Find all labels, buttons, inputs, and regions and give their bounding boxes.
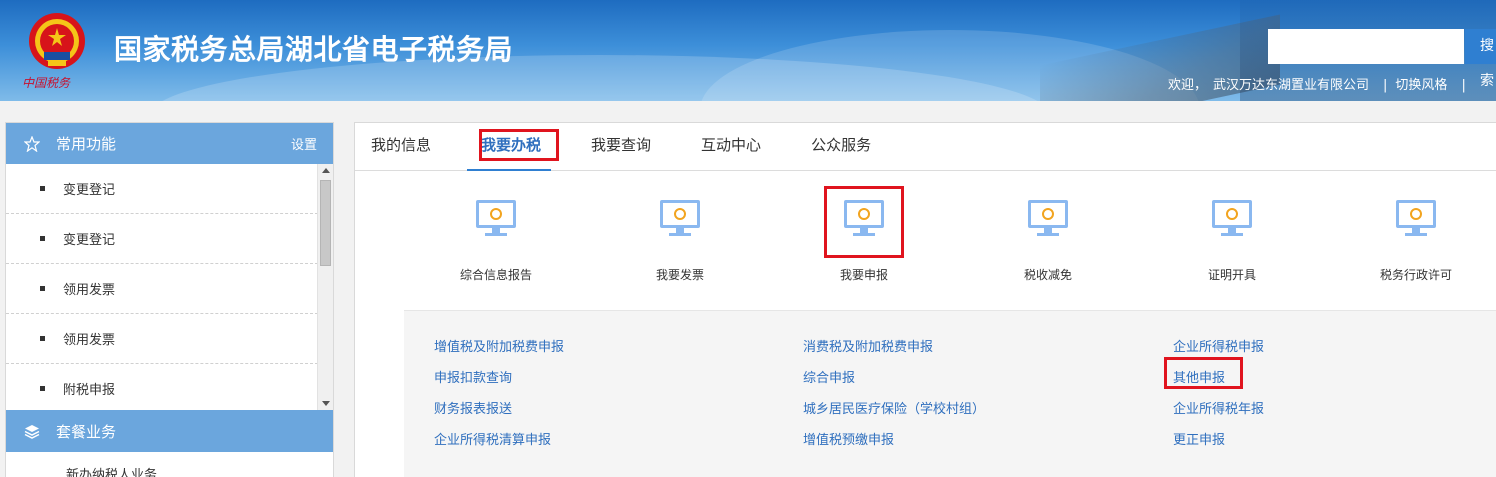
tab-public-service[interactable]: 公众服务 (811, 134, 871, 170)
welcome-text: 欢迎， (1168, 78, 1208, 93)
site-title: 国家税务总局湖北省电子税务局 (114, 33, 514, 66)
search-button[interactable]: 搜索 (1465, 29, 1496, 89)
emblem-caption: 中国税务 (22, 76, 71, 90)
sidebar-item-label: 领用发票 (63, 283, 116, 298)
sidebar-item[interactable]: 变更登记 (6, 164, 318, 214)
bullet-icon (40, 236, 45, 241)
scroll-up-icon[interactable] (322, 168, 330, 173)
submenu-link[interactable]: 城乡居民医疗保险（学校村组） (803, 398, 985, 417)
highlight-box (824, 186, 904, 258)
company-name: 武汉万达东湖置业有限公司 (1213, 78, 1370, 93)
common-functions-header: 常用功能 设置 (6, 123, 333, 164)
function-certificate[interactable]: 证明开具 (1172, 199, 1292, 283)
function-label: 我要发票 (655, 268, 704, 282)
tab-query[interactable]: 我要查询 (591, 134, 651, 170)
declaration-submenu: 增值税及附加税费申报 申报扣款查询 财务报表报送 企业所得税清算申报 消费税及附… (404, 310, 1496, 477)
site-header: 中国税务 国家税务总局湖北省电子税务局 搜索 欢迎， 武汉万达东湖置业有限公司 | 切… (0, 0, 1496, 101)
common-functions-title: 常用功能 (56, 135, 117, 153)
function-comprehensive-report[interactable]: 综合信息报告 (436, 199, 556, 283)
package-item[interactable]: 新办纳税人业务 (6, 452, 333, 477)
sidebar-item[interactable]: 领用发票 (6, 314, 318, 364)
sidebar-item[interactable]: 领用发票 (6, 264, 318, 314)
scrollbar-thumb[interactable] (320, 180, 331, 266)
monitor-icon (660, 200, 700, 236)
function-label: 税收减免 (1023, 268, 1072, 282)
function-label: 证明开具 (1207, 268, 1256, 282)
monitor-icon (1212, 200, 1252, 236)
separator: | (1383, 78, 1388, 93)
tab-my-info[interactable]: 我的信息 (371, 134, 431, 170)
bullet-icon (40, 336, 45, 341)
star-icon (24, 135, 40, 152)
scroll-down-icon[interactable] (322, 401, 330, 406)
submenu-link[interactable]: 财务报表报送 (434, 398, 512, 417)
package-services-title: 套餐业务 (56, 422, 117, 441)
function-label: 我要申报 (839, 268, 888, 282)
monitor-icon (1028, 200, 1068, 236)
function-label: 税务行政许可 (1379, 268, 1452, 282)
submenu-link[interactable]: 综合申报 (803, 367, 855, 386)
sidebar-scrollbar[interactable] (317, 164, 333, 410)
sidebar-item[interactable]: 附税申报 (6, 364, 318, 410)
main-panel: 我的信息 我要办税 我要查询 互动中心 公众服务 综合信息报告 我要发票 我要申… (354, 122, 1496, 477)
settings-link[interactable]: 设置 (291, 134, 317, 153)
monitor-icon (476, 200, 516, 236)
function-label: 综合信息报告 (459, 268, 532, 282)
common-functions-list[interactable]: 变更登记 变更登记 领用发票 领用发票 附税申报 (6, 164, 333, 410)
submenu-link[interactable]: 企业所得税年报 (1173, 398, 1264, 417)
sidebar-item[interactable]: 变更登记 (6, 214, 318, 264)
submenu-link[interactable]: 增值税预缴申报 (803, 429, 894, 448)
bullet-icon (40, 386, 45, 391)
tax-emblem-icon (29, 13, 85, 69)
switch-style-link[interactable]: 切换风格 (1395, 78, 1447, 93)
submenu-link[interactable]: 企业所得税申报 (1173, 336, 1264, 355)
submenu-link[interactable]: 增值税及附加税费申报 (434, 336, 564, 355)
separator: | (1461, 78, 1466, 93)
sidebar-item-label: 领用发票 (63, 333, 116, 348)
bullet-icon (40, 186, 45, 191)
function-admin-license[interactable]: 税务行政许可 (1356, 199, 1476, 283)
monitor-icon (1396, 200, 1436, 236)
bullet-icon (40, 286, 45, 291)
highlight-box (1164, 357, 1243, 389)
layers-icon (24, 425, 40, 439)
sidebar-item-label: 变更登记 (63, 233, 116, 248)
function-invoice[interactable]: 我要发票 (620, 199, 740, 283)
function-tax-reduction[interactable]: 税收减免 (988, 199, 1108, 283)
search-input[interactable] (1268, 29, 1464, 64)
submenu-link[interactable]: 更正申报 (1173, 429, 1225, 448)
submenu-link[interactable]: 企业所得税清算申报 (434, 429, 551, 448)
sidebar: 常用功能 设置 变更登记 变更登记 领用发票 领用发票 附税申报 套餐业务 新办… (5, 122, 334, 477)
highlight-box (479, 129, 559, 161)
sidebar-item-label: 变更登记 (63, 183, 116, 198)
user-bar: 欢迎， 武汉万达东湖置业有限公司 | 切换风格 | (1168, 74, 1474, 93)
submenu-link[interactable]: 申报扣款查询 (434, 367, 512, 386)
submenu-link[interactable]: 消费税及附加税费申报 (803, 336, 933, 355)
tab-interaction-center[interactable]: 互动中心 (701, 134, 761, 170)
package-services-header[interactable]: 套餐业务 (6, 410, 333, 452)
sidebar-item-label: 附税申报 (63, 383, 116, 398)
